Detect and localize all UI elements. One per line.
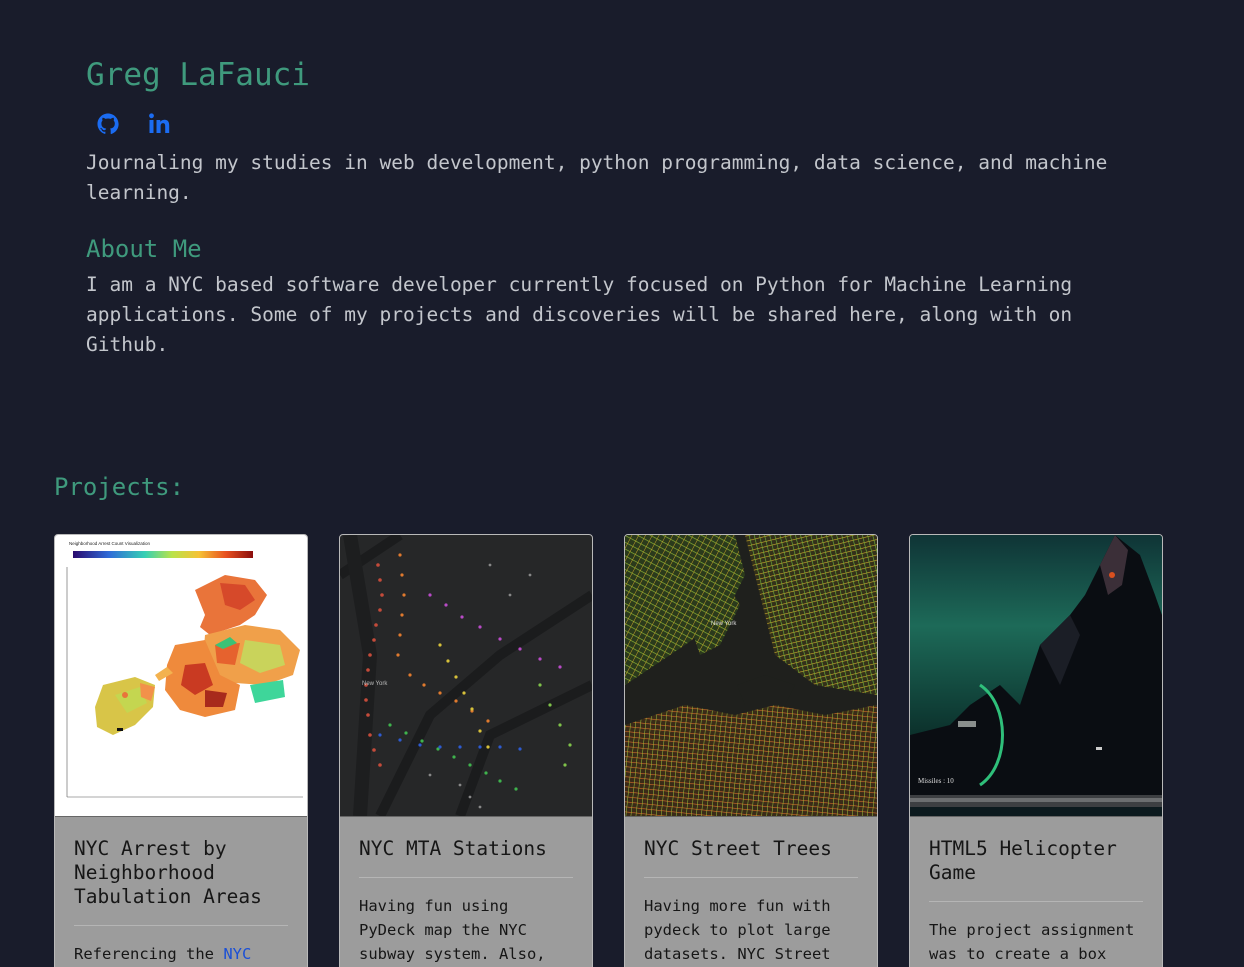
github-icon[interactable] <box>95 111 121 137</box>
card-text: Having fun using PyDeck map the NYC subw… <box>359 897 546 963</box>
tagline: Journaling my studies in web development… <box>86 151 1108 204</box>
card-title[interactable]: NYC MTA Stations <box>359 837 573 878</box>
card-text: Having more fun with pydeck to plot larg… <box>644 897 831 963</box>
card-body: NYC Street Trees Having more fun with py… <box>625 817 877 966</box>
card-body: HTML5 Helicopter Game The project assign… <box>910 817 1162 966</box>
linkedin-icon[interactable] <box>147 111 173 137</box>
project-image-helicopter-game[interactable]: Missiles : 10 <box>910 535 1162 817</box>
card-text-prefix: Referencing the <box>74 945 224 963</box>
card-title[interactable]: HTML5 Helicopter Game <box>929 837 1143 902</box>
arrest-map-title: Neighborhood Arrest Count Visualization <box>69 541 150 546</box>
card-text: The project assignment was to create a b… <box>929 921 1135 963</box>
card-title[interactable]: NYC Street Trees <box>644 837 858 878</box>
project-cards: Neighborhood Arrest Count Visualization <box>54 534 1163 967</box>
about-text: I am a NYC based software developer curr… <box>86 273 1073 356</box>
project-card-helicopter-game[interactable]: Missiles : 10 HTML5 Helicopter Game The … <box>909 534 1163 967</box>
project-image-trees-map[interactable]: New York <box>625 535 877 817</box>
project-image-arrest-map[interactable]: Neighborhood Arrest Count Visualization <box>55 535 307 817</box>
card-body: NYC MTA Stations Having fun using PyDeck… <box>340 817 592 966</box>
card-title[interactable]: NYC Arrest by Neighborhood Tabulation Ar… <box>74 837 288 926</box>
card-text: Referencing the NYC <box>74 942 288 966</box>
nyc-link[interactable]: NYC <box>223 945 251 963</box>
project-card-mta-stations[interactable]: New York NYC MTA Stations Having fun usi… <box>339 534 593 967</box>
project-card-street-trees[interactable]: New York NYC Street Trees Having more fu… <box>624 534 878 967</box>
about-heading: About Me <box>86 235 202 263</box>
subway-map-label: New York <box>362 681 388 687</box>
card-body: NYC Arrest by Neighborhood Tabulation Ar… <box>55 817 307 966</box>
project-card-nyc-arrest[interactable]: Neighborhood Arrest Count Visualization <box>54 534 308 967</box>
social-links <box>95 110 1146 138</box>
projects-heading: Projects: <box>54 473 185 501</box>
intro-section: Greg LaFauci Journaling my studies in we… <box>86 52 1146 360</box>
trees-map-label: New York <box>711 621 737 627</box>
project-image-subway-map[interactable]: New York <box>340 535 592 817</box>
site-name[interactable]: Greg LaFauci <box>86 52 1146 98</box>
missiles-counter: Missiles : 10 <box>918 777 954 785</box>
